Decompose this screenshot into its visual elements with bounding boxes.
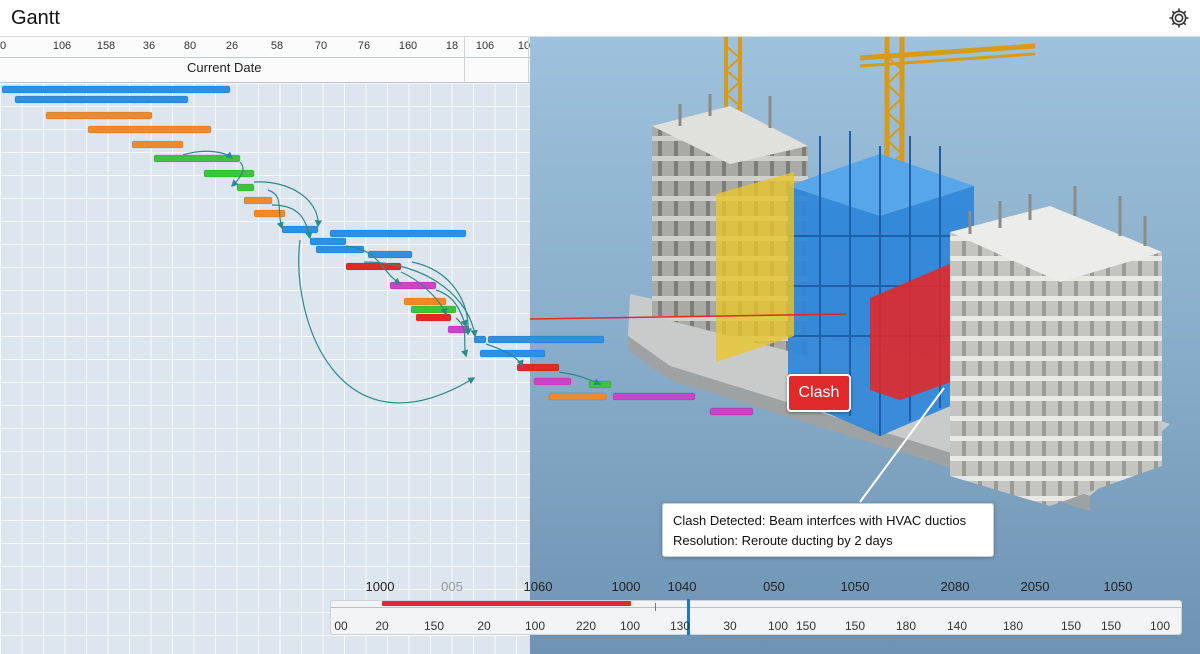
timeline-top-label: 1050 — [840, 579, 870, 594]
gantt-task-bar[interactable] — [516, 363, 560, 372]
gantt-task-bar[interactable] — [87, 125, 212, 134]
timeline-top-label: 050 — [763, 579, 785, 594]
timeline-tick-label: 220 — [575, 619, 597, 633]
clash-details-tooltip: Clash Detected: Beam interfces with HVAC… — [662, 503, 994, 557]
gantt-task-bar[interactable] — [243, 196, 273, 205]
timeline-top-label: 1000 — [365, 579, 395, 594]
gantt-task-bar[interactable] — [533, 377, 572, 386]
gantt-task-bar[interactable] — [281, 225, 319, 234]
gantt-task-bar[interactable] — [389, 281, 437, 290]
timeline-scrubber[interactable]: 00 20 150 20 100 220 100 130 30 100 150 … — [330, 599, 1182, 635]
timeline-top-label: 1040 — [667, 579, 697, 594]
timeline-tick-label: 150 — [844, 619, 866, 633]
timeline-marker — [655, 603, 656, 611]
gantt-task-bar[interactable] — [45, 111, 153, 120]
timeline-tick-label: 100 — [619, 619, 641, 633]
gantt-task-bar[interactable] — [203, 169, 255, 178]
gantt-task-bar[interactable] — [329, 229, 467, 238]
timeline-track — [331, 607, 1181, 608]
clash-badge[interactable]: Clash — [787, 374, 851, 412]
gantt-task-bar[interactable] — [473, 335, 487, 344]
gantt-task-bar[interactable] — [415, 313, 452, 322]
timeline-top-label: 1060 — [523, 579, 553, 594]
gantt-task-bar[interactable] — [487, 335, 605, 344]
gear-icon[interactable] — [1167, 6, 1191, 30]
timeline-top-label: 005 — [441, 579, 463, 594]
timeline-tick-label: 00 — [334, 619, 348, 633]
timeline-tick-label: 130 — [669, 619, 691, 633]
timeline-tick-label: 30 — [723, 619, 737, 633]
gantt-task-bar[interactable] — [131, 140, 184, 149]
timeline-tick-label: 100 — [1149, 619, 1171, 633]
gantt-task-bar[interactable] — [309, 237, 347, 246]
timeline-top-label: 2080 — [940, 579, 970, 594]
gantt-task-bar[interactable] — [153, 154, 241, 163]
timeline-tick-label: 100 — [767, 619, 789, 633]
timeline-top-label: 1000 — [611, 579, 641, 594]
gantt-task-bar[interactable] — [588, 380, 612, 389]
dependency-arrow — [267, 189, 284, 230]
app-title: Gantt — [11, 7, 60, 29]
gantt-task-bar[interactable] — [612, 392, 696, 401]
gantt-task-bar[interactable] — [410, 305, 457, 314]
timeline-top-label: 2050 — [1020, 579, 1050, 594]
gantt-task-bar[interactable] — [14, 95, 189, 104]
timeline-tick-label: 100 — [524, 619, 546, 633]
gantt-task-bar[interactable] — [236, 183, 255, 192]
timeline-tick-label: 20 — [375, 619, 389, 633]
gantt-task-bar[interactable] — [548, 392, 607, 401]
timeline-tick-label: 150 — [1100, 619, 1122, 633]
timeline-top-label: 1050 — [1103, 579, 1133, 594]
app-header: Gantt — [0, 0, 1200, 37]
gantt-bars-layer — [1, 85, 754, 416]
clash-resolution-text: Resolution: Reroute ducting by 2 days — [673, 533, 893, 548]
timeline-tick-label: 150 — [423, 619, 445, 633]
timeline-tick-label: 150 — [1060, 619, 1082, 633]
timeline-clash-range[interactable] — [382, 601, 631, 606]
gantt-task-bar[interactable] — [315, 245, 365, 254]
timeline-tick-label: 180 — [1002, 619, 1024, 633]
clash-detected-text: Clash Detected: Beam interfces with HVAC… — [673, 513, 967, 528]
gantt-task-bar[interactable] — [709, 407, 754, 416]
timeline-tick-label: 140 — [946, 619, 968, 633]
timeline-tick-label: 180 — [895, 619, 917, 633]
gantt-task-bar[interactable] — [1, 85, 231, 94]
timeline-tick-label: 150 — [795, 619, 817, 633]
gantt-task-bar[interactable] — [447, 325, 470, 334]
timeline-tick-label: 20 — [477, 619, 491, 633]
